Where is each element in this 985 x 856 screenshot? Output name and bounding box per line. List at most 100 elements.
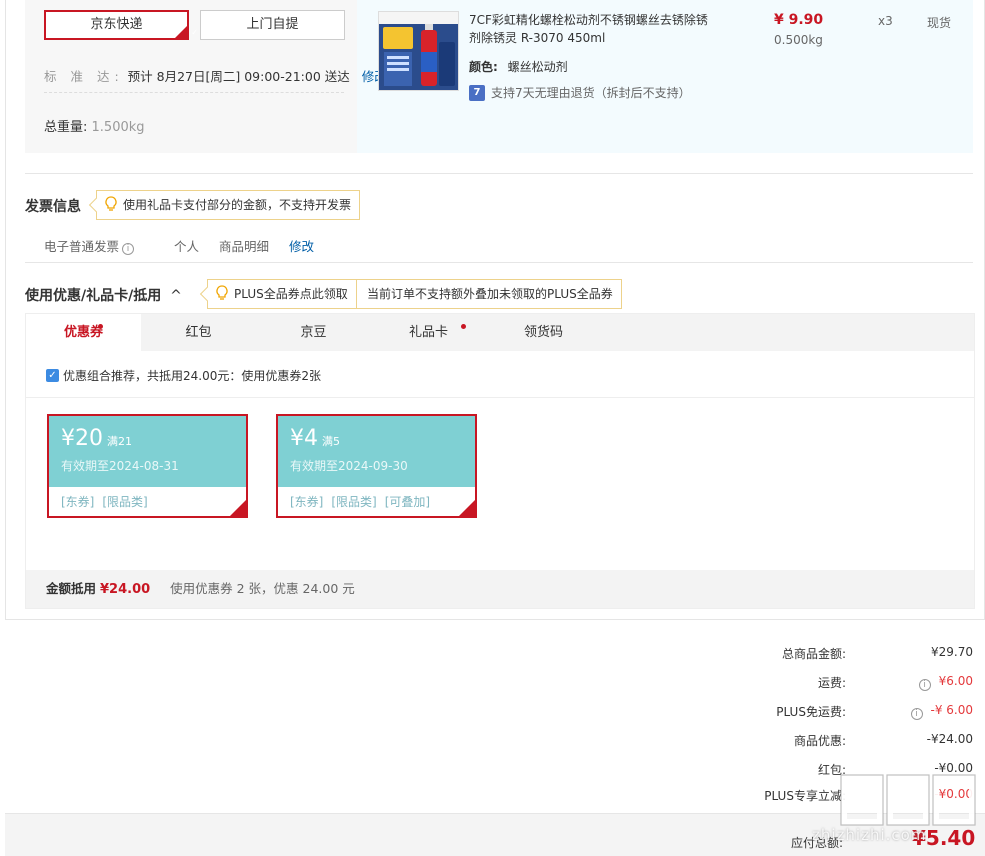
discount-title-text: 使用优惠/礼品卡/抵用 bbox=[25, 288, 162, 304]
new-dot bbox=[461, 324, 466, 329]
summary-label: PLUS免运费: bbox=[776, 705, 846, 719]
plus-freight-value: -¥ 6.00 bbox=[930, 703, 974, 717]
express-delivery-label: 京东快递 bbox=[90, 17, 143, 32]
summary-label: PLUS专享立减: bbox=[764, 789, 846, 803]
selected-check-icon: ✓ bbox=[175, 26, 198, 38]
summary-row-goods: 总商品金额: ¥29.70 bbox=[600, 645, 973, 665]
color-label: 颜色: bbox=[469, 60, 498, 74]
summary-label: 运费: bbox=[817, 676, 846, 690]
product-price: ¥ 9.90 bbox=[774, 12, 824, 28]
seven-day-return-icon: 7 bbox=[469, 84, 485, 101]
coupon-panel: 优惠券 红包 京豆 礼品卡 领货码 ✓ 优惠组合推荐，共抵用24.00元：使用优… bbox=[25, 313, 975, 609]
return-policy-text: 支持7天无理由退货（拆封后不支持） bbox=[491, 86, 691, 100]
coupon-amount: ¥4 bbox=[290, 426, 318, 451]
coupon-condition: 满5 bbox=[322, 435, 340, 448]
checkbox-checked-icon[interactable]: ✓ bbox=[46, 369, 59, 382]
coupon-amount: ¥20 bbox=[61, 426, 103, 451]
color-value: 螺丝松动剂 bbox=[507, 60, 568, 74]
coupon-tags: [东券] [限品类] bbox=[49, 487, 246, 510]
selected-check-icon: ✓ bbox=[459, 500, 489, 516]
coupon-tag: [限品类] bbox=[102, 495, 148, 509]
total-weight-value: 1.500kg bbox=[91, 120, 145, 135]
info-icon[interactable]: i bbox=[910, 708, 923, 720]
tab-pickup-code-label: 领货码 bbox=[523, 325, 563, 340]
plus-notice: 当前订单不支持额外叠加未领取的PLUS全品券 bbox=[356, 279, 622, 309]
coupon-header: ¥20 满21 有效期至2024-08-31 bbox=[49, 416, 246, 487]
coupon-tag: [限品类] bbox=[331, 495, 377, 509]
coupon-tag: [东券] bbox=[290, 495, 324, 509]
combo-text: 优惠组合推荐，共抵用24.00元：使用优惠券2张 bbox=[63, 369, 321, 383]
invoice-section-title: 发票信息 bbox=[25, 199, 81, 215]
summary-value: ¥29.70 bbox=[931, 645, 973, 659]
tab-gift-card-label: 礼品卡 bbox=[408, 325, 448, 340]
self-pickup-option[interactable]: 上门自提 bbox=[200, 10, 345, 40]
express-delivery-option[interactable]: 京东快递 ✓ bbox=[44, 10, 198, 40]
summary-row-plus-freight: PLUS免运费: i -¥ 6.00 bbox=[600, 703, 973, 723]
new-dot bbox=[98, 324, 103, 329]
coupon-expiry: 有效期至2024-09-30 bbox=[290, 459, 408, 473]
invoice-type-text: 电子普通发票 bbox=[44, 239, 120, 254]
coupon-header: ¥4 满5 有效期至2024-09-30 bbox=[278, 416, 475, 487]
self-pickup-label: 上门自提 bbox=[246, 17, 299, 32]
discount-tabs: 优惠券 红包 京豆 礼品卡 领货码 bbox=[26, 314, 974, 351]
coupon-tag: [可叠加] bbox=[384, 495, 431, 509]
tab-coupons[interactable]: 优惠券 bbox=[26, 314, 141, 351]
invoice-content: 商品明细 bbox=[219, 239, 270, 254]
summary-row-freight: 运费: i ¥6.00 bbox=[600, 674, 973, 694]
summary-value: i -¥ 6.00 bbox=[908, 703, 974, 720]
total-weight-label: 总重量: bbox=[44, 120, 88, 135]
divider bbox=[25, 262, 973, 263]
product-quantity: x3 bbox=[878, 14, 893, 28]
tab-gift-card[interactable]: 礼品卡 bbox=[371, 314, 486, 351]
modify-invoice-link[interactable]: 修改 bbox=[289, 236, 314, 255]
coupon-condition: 满21 bbox=[107, 435, 132, 448]
total-weight: 总重量: 1.500kg bbox=[44, 116, 145, 135]
invoice-type: 电子普通发票 i bbox=[44, 236, 154, 255]
delivery-time-line: 标 准 达: 预计 8月27日[周二] 09:00-21:00 送达 修改 bbox=[44, 66, 387, 85]
lightbulb-icon bbox=[216, 285, 228, 300]
summary-value: i ¥6.00 bbox=[916, 674, 973, 691]
freight-value: ¥6.00 bbox=[938, 674, 973, 688]
product-weight: 0.500kg bbox=[774, 33, 823, 47]
coupon-tag: [东券] bbox=[61, 495, 95, 509]
divider bbox=[25, 173, 973, 174]
info-icon[interactable]: i bbox=[918, 679, 931, 691]
invoice-holder: 个人 bbox=[174, 239, 200, 254]
discount-section-title[interactable]: 使用优惠/礼品卡/抵用 ^ bbox=[25, 285, 182, 305]
tab-red-packet[interactable]: 红包 bbox=[141, 314, 256, 351]
product-image[interactable] bbox=[378, 11, 459, 91]
chevron-up-icon[interactable]: ^ bbox=[170, 288, 182, 304]
product-name-link[interactable]: 7CF彩虹精化螺栓松动剂不锈钢螺丝去锈除锈剂除锈灵 R-3070 450ml bbox=[469, 11, 719, 47]
tab-jingdou[interactable]: 京豆 bbox=[256, 314, 371, 351]
divider bbox=[44, 92, 344, 93]
plus-notice-text: 当前订单不支持额外叠加未领取的PLUS全品券 bbox=[367, 287, 613, 301]
summary-label: 商品优惠: bbox=[793, 734, 846, 748]
coupon-tags: [东券] [限品类] [可叠加] bbox=[278, 487, 475, 510]
summary-row-discount: 商品优惠: -¥24.00 bbox=[600, 732, 973, 752]
invoice-tip: 使用礼品卡支付部分的金额，不支持开发票 bbox=[88, 190, 361, 220]
return-policy: 7 支持7天无理由退货（拆封后不支持） bbox=[469, 84, 691, 101]
plus-coupon-tip-text: PLUS全品券点此领取 bbox=[234, 287, 348, 301]
summary-label: 总商品金额: bbox=[781, 647, 846, 661]
invoice-tip-text: 使用礼品卡支付部分的金额，不支持开发票 bbox=[123, 198, 352, 212]
invoice-details: 电子普通发票 i 个人 商品明细 修改 bbox=[44, 236, 334, 255]
selected-check-icon: ✓ bbox=[230, 500, 260, 516]
deduct-note: 使用优惠券 2 张，优惠 24.00 元 bbox=[170, 581, 355, 596]
stock-status: 现货 bbox=[927, 16, 952, 30]
coupon-card[interactable]: ¥4 满5 有效期至2024-09-30 [东券] [限品类] [可叠加] ✓ bbox=[276, 414, 489, 518]
divider bbox=[26, 397, 974, 398]
watermark-text: zhizhizhi.com bbox=[812, 826, 927, 844]
summary-value: -¥24.00 bbox=[926, 732, 973, 746]
info-icon[interactable]: i bbox=[122, 243, 135, 255]
plus-coupon-tip[interactable]: PLUS全品券点此领取 bbox=[199, 279, 357, 309]
deduct-label: 金额抵用 bbox=[46, 581, 97, 596]
combo-recommendation[interactable]: ✓ 优惠组合推荐，共抵用24.00元：使用优惠券2张 bbox=[46, 367, 321, 384]
deduct-amount: ¥24.00 bbox=[100, 582, 151, 597]
delivery-time: 预计 8月27日[周二] 09:00-21:00 送达 bbox=[127, 69, 350, 84]
tab-pickup-code[interactable]: 领货码 bbox=[486, 314, 601, 351]
coupon-card[interactable]: ¥20 满21 有效期至2024-08-31 [东券] [限品类] ✓ bbox=[47, 414, 260, 518]
product-color: 颜色: 螺丝松动剂 bbox=[469, 58, 568, 75]
tab-jingdou-label: 京豆 bbox=[300, 325, 327, 340]
coupon-expiry: 有效期至2024-08-31 bbox=[61, 459, 179, 473]
tab-red-packet-label: 红包 bbox=[185, 325, 212, 340]
